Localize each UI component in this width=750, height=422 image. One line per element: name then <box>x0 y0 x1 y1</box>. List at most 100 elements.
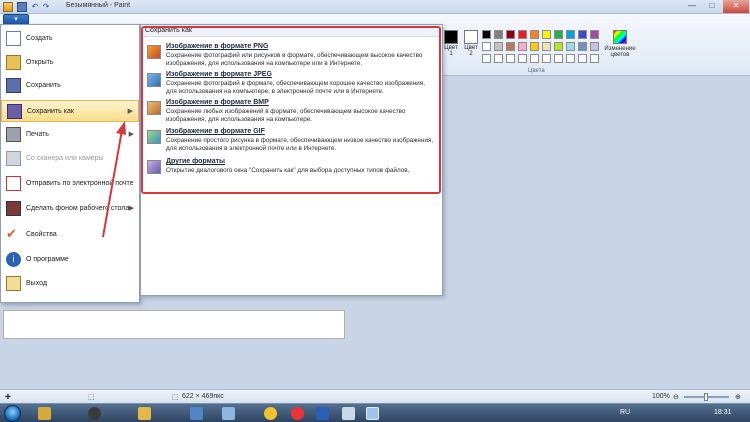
exit-icon <box>6 276 21 291</box>
custom-color-slot[interactable] <box>482 54 491 63</box>
file-menu-item[interactable]: Сохранить <box>1 75 139 97</box>
submenu-arrow-icon: ▶ <box>128 131 134 138</box>
submenu-arrow-icon: ▶ <box>128 205 134 212</box>
cursor-position-icon: ✚ <box>5 394 11 401</box>
palette-swatch[interactable] <box>566 30 575 39</box>
title-bar: ↶ ↷ Безымянный - Paint — □ ✕ <box>0 0 750 14</box>
quick-redo-icon[interactable]: ↷ <box>41 2 51 12</box>
minimize-button[interactable]: — <box>682 0 702 13</box>
file-menu-item[interactable]: Открыть <box>1 52 139 74</box>
custom-color-slot[interactable] <box>518 54 527 63</box>
save-as-icon <box>7 104 22 119</box>
custom-color-slot[interactable] <box>542 54 551 63</box>
palette-swatch[interactable] <box>590 30 599 39</box>
taskbar: RU 18:31 <box>0 403 750 422</box>
window-title: Безымянный - Paint <box>66 2 131 9</box>
edit-colors-icon <box>613 30 627 44</box>
custom-color-slot[interactable] <box>566 54 575 63</box>
palette-swatch[interactable] <box>482 42 491 51</box>
clock[interactable]: 18:31 <box>714 409 732 416</box>
taskbar-explorer-icon[interactable] <box>38 407 51 420</box>
custom-color-slot[interactable] <box>578 54 587 63</box>
edit-colors-label: Изменение цветов <box>604 46 636 58</box>
paint-app-icon <box>3 2 13 12</box>
custom-color-slot[interactable] <box>494 54 503 63</box>
maximize-button[interactable]: □ <box>702 0 722 13</box>
file-menu-item-label: Печать <box>26 131 49 138</box>
file-menu-item-label: Со сканера или камеры <box>26 155 104 162</box>
zoom-in-button[interactable]: ⊕ <box>735 393 741 401</box>
custom-color-slot[interactable] <box>554 54 563 63</box>
status-bar: ✚ ⬚ ⬚ 622 × 469пкс 100% ⊖ ⊕ <box>0 389 750 403</box>
palette-swatch[interactable] <box>578 30 587 39</box>
taskbar-yandex-icon[interactable] <box>264 407 277 420</box>
color2-label: Цвет 2 <box>464 45 478 57</box>
file-menu-item[interactable]: ✔ Свойства <box>1 224 139 246</box>
palette-swatch[interactable] <box>494 30 503 39</box>
file-menu-item-label: Сохранить <box>26 82 61 89</box>
taskbar-yandex-browser-icon[interactable] <box>291 407 304 420</box>
palette-swatch[interactable] <box>530 42 539 51</box>
taskbar-chat-icon[interactable] <box>222 407 235 420</box>
taskbar-paint-icon[interactable] <box>366 407 379 420</box>
zoom-level: 100% <box>652 393 670 400</box>
palette-swatch[interactable] <box>542 42 551 51</box>
zoom-out-button[interactable]: ⊖ <box>673 393 679 401</box>
start-button[interactable] <box>4 405 21 422</box>
color1-swatch <box>444 30 458 44</box>
file-menu-item[interactable]: Печать ▶ <box>1 124 139 146</box>
file-menu-item-label: Сохранить как <box>27 108 74 115</box>
taskbar-photos-icon[interactable] <box>190 407 203 420</box>
color1-label: Цвет 1 <box>444 45 458 57</box>
properties-check-icon: ✔ <box>6 226 17 241</box>
color1-selector[interactable]: Цвет 1 <box>442 30 460 62</box>
email-icon <box>6 176 21 191</box>
colors-group-label: Цвета <box>528 68 545 74</box>
palette-swatch[interactable] <box>494 42 503 51</box>
zoom-slider-thumb[interactable] <box>704 393 708 401</box>
drawing-canvas[interactable] <box>3 310 345 339</box>
desktop-background-icon <box>6 201 21 216</box>
quick-save-icon[interactable] <box>17 2 27 12</box>
print-icon <box>6 127 21 142</box>
file-menu-item[interactable]: Сохранить как ▶ <box>1 100 139 122</box>
color2-swatch <box>464 30 478 44</box>
taskbar-folder-icon[interactable] <box>138 407 151 420</box>
file-menu-item: Со сканера или камеры <box>1 148 139 170</box>
file-menu-item[interactable]: Отправить по электронной почте <box>1 173 139 195</box>
palette-swatch[interactable] <box>554 30 563 39</box>
palette-swatch[interactable] <box>554 42 563 51</box>
file-menu-item[interactable]: Выход <box>1 273 139 295</box>
palette-swatch[interactable] <box>518 42 527 51</box>
close-button[interactable]: ✕ <box>723 0 749 13</box>
selection-size-icon: ⬚ <box>88 394 95 401</box>
image-size: 622 × 469пкс <box>182 393 224 400</box>
color2-selector[interactable]: Цвет 2 <box>462 30 480 62</box>
language-indicator[interactable]: RU <box>620 409 630 416</box>
new-document-icon <box>6 31 21 46</box>
edit-colors-button[interactable]: Изменение цветов <box>600 30 640 58</box>
palette-swatch[interactable] <box>506 42 515 51</box>
file-menu-item[interactable]: Создать <box>1 28 139 50</box>
palette-swatch[interactable] <box>590 42 599 51</box>
file-menu-item[interactable]: Сделать фоном рабочего стола ▶ <box>1 198 139 220</box>
palette-swatch[interactable] <box>566 42 575 51</box>
custom-color-slot[interactable] <box>506 54 515 63</box>
taskbar-word-icon[interactable] <box>316 407 329 420</box>
palette-swatch[interactable] <box>506 30 515 39</box>
taskbar-media-icon[interactable] <box>88 407 101 420</box>
palette-swatch[interactable] <box>530 30 539 39</box>
submenu-arrow-icon: ▶ <box>127 108 133 115</box>
taskbar-cloud-icon[interactable] <box>342 407 355 420</box>
palette-swatch[interactable] <box>578 42 587 51</box>
file-menu-item-label: Сделать фоном рабочего стола <box>26 205 130 212</box>
file-menu-item[interactable]: i О программе <box>1 249 139 271</box>
custom-color-slot[interactable] <box>590 54 599 63</box>
palette-swatch[interactable] <box>542 30 551 39</box>
palette-swatch[interactable] <box>482 30 491 39</box>
palette-swatch[interactable] <box>518 30 527 39</box>
file-menu-item-label: Свойства <box>26 231 57 238</box>
quick-undo-icon[interactable]: ↶ <box>30 2 40 12</box>
file-menu-item-label: Открыть <box>26 59 54 66</box>
custom-color-slot[interactable] <box>530 54 539 63</box>
